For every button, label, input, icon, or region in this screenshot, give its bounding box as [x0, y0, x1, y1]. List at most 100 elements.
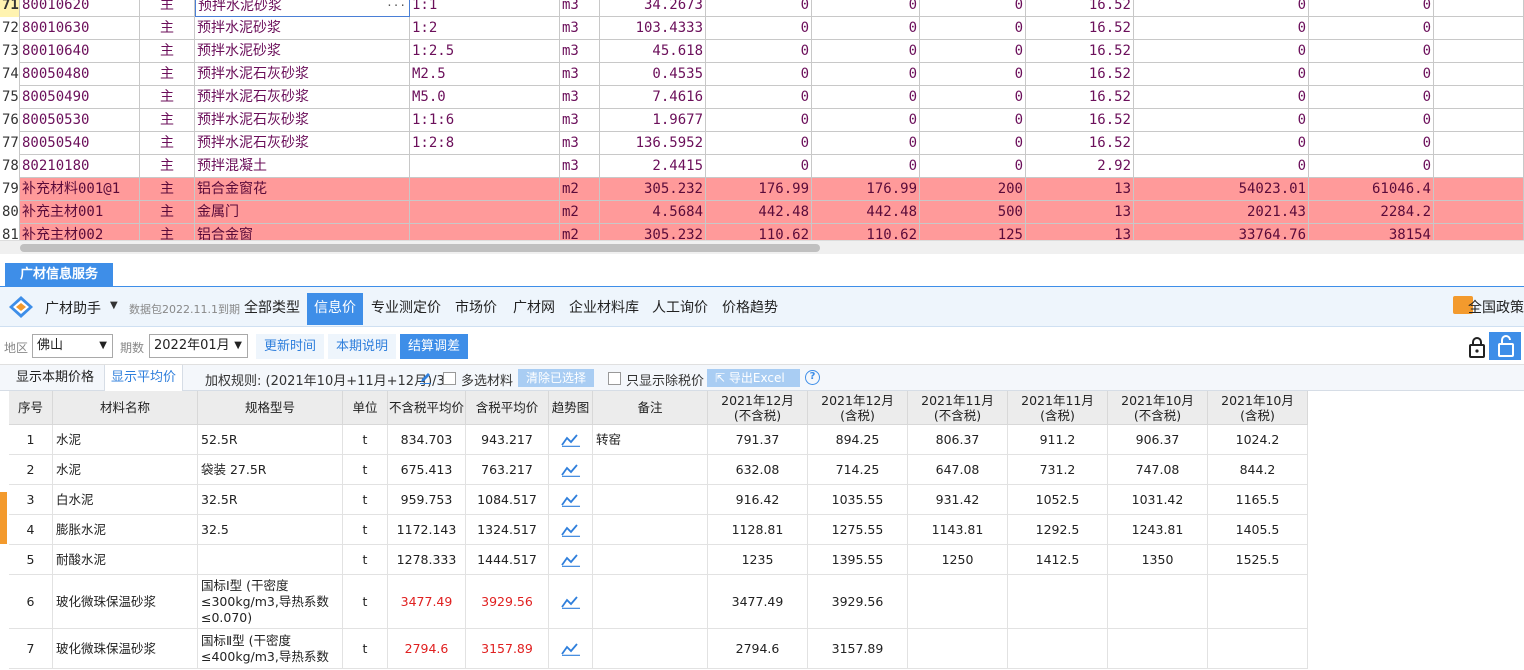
row-number[interactable]: 77: [0, 132, 20, 155]
grid-cell-c3[interactable]: 200: [920, 178, 1026, 201]
panel-tab-guangcai-info[interactable]: 广材信息服务: [5, 263, 113, 287]
grid-cell-qty[interactable]: 0.4535: [600, 63, 706, 86]
grid-cell-c6[interactable]: 0: [1309, 155, 1434, 178]
grid-cell-name[interactable]: 铝合金窗花: [195, 178, 410, 201]
lock-icon[interactable]: [1467, 336, 1487, 358]
grid-cell-name[interactable]: 金属门: [195, 201, 410, 224]
app-name[interactable]: 广材助手: [45, 298, 101, 318]
app-menu-caret-icon[interactable]: ▼: [110, 300, 118, 311]
grid-cell-c3[interactable]: 0: [920, 109, 1026, 132]
top-material-grid[interactable]: 71 80010620 主预拌水泥砂浆 ··· 1:1 m3 34.2673 0 0 0 16.52…: [0, 0, 1524, 240]
grid-cell-c1[interactable]: 0: [706, 155, 812, 178]
grid-row[interactable]: 75 80050490 主预拌水泥石灰砂浆 M5.0 m3 7.4616 0 0 0 16.52 0…: [0, 86, 1524, 109]
column-header[interactable]: 2021年10月 (不含税): [1108, 391, 1208, 425]
grid-cell-c2[interactable]: 0: [812, 86, 920, 109]
grid-cell-spec[interactable]: [410, 155, 560, 178]
grid-row[interactable]: 76 80050530 主预拌水泥石灰砂浆 1:1:6 m3 1.9677 0 0 0 16.52…: [0, 109, 1524, 132]
grid-cell-spec[interactable]: M2.5: [410, 63, 560, 86]
grid-cell-unit[interactable]: m3: [560, 86, 600, 109]
tab-info-price[interactable]: 信息价: [307, 293, 363, 325]
grid-cell-code[interactable]: 80010640: [20, 40, 140, 63]
grid-cell-c1[interactable]: 0: [706, 132, 812, 155]
tab-show-current-price[interactable]: 显示本期价格: [10, 365, 100, 391]
grid-cell-c2[interactable]: 0: [812, 132, 920, 155]
grid-row[interactable]: 74 80050480 主预拌水泥石灰砂浆 M2.5 m3 0.4535 0 0 0 16.52 0…: [0, 63, 1524, 86]
grid-cell-code[interactable]: 80050530: [20, 109, 140, 132]
grid-cell-spec[interactable]: [410, 201, 560, 224]
grid-cell-type[interactable]: 主: [140, 132, 195, 155]
grid-cell-qty[interactable]: 7.4616: [600, 86, 706, 109]
pretax-only-checkbox[interactable]: [608, 372, 621, 385]
grid-cell-c3[interactable]: 0: [920, 0, 1026, 17]
grid-cell-code[interactable]: 补充主材001: [20, 201, 140, 224]
grid-cell-spec[interactable]: 1:2.5: [410, 40, 560, 63]
grid-cell-c6[interactable]: 0: [1309, 17, 1434, 40]
horizontal-scrollbar[interactable]: [0, 240, 1524, 254]
table-row[interactable]: 1 水泥 52.5R t 834.703 943.217 转窑 791.37 894.25 806…: [9, 425, 1308, 455]
column-header[interactable]: 含税平均价: [466, 391, 549, 425]
help-icon[interactable]: ?: [805, 370, 820, 385]
grid-cell-c3[interactable]: 125: [920, 224, 1026, 240]
grid-cell-code[interactable]: 80050540: [20, 132, 140, 155]
grid-cell-c2[interactable]: 0: [812, 0, 920, 17]
grid-cell-c5[interactable]: 0: [1134, 63, 1309, 86]
grid-cell-c1[interactable]: 176.99: [706, 178, 812, 201]
row-number[interactable]: 81: [0, 224, 20, 240]
grid-cell-spec[interactable]: [410, 224, 560, 240]
grid-cell-unit[interactable]: m3: [560, 0, 600, 17]
grid-cell-spec[interactable]: [410, 178, 560, 201]
grid-cell-c4[interactable]: 13: [1026, 178, 1134, 201]
export-excel-button[interactable]: ⇱ 导出Excel: [707, 369, 800, 387]
edit-pencil-icon[interactable]: [419, 371, 432, 384]
row-number[interactable]: 76: [0, 109, 20, 132]
tab-professional-price[interactable]: 专业测定价: [366, 293, 446, 325]
grid-cell-c4[interactable]: 16.52: [1026, 0, 1134, 17]
grid-row[interactable]: 78 80210180 主预拌混凝土 m3 2.4415 0 0 0 2.92 0 0: [0, 155, 1524, 178]
grid-cell-c3[interactable]: 0: [920, 63, 1026, 86]
grid-cell-c4[interactable]: 16.52: [1026, 40, 1134, 63]
grid-cell-c3[interactable]: 0: [920, 86, 1026, 109]
grid-cell-c5[interactable]: 0: [1134, 132, 1309, 155]
table-row[interactable]: 4 膨胀水泥 32.5 t 1172.143 1324.517 1128.81 1275.55…: [9, 515, 1308, 545]
clear-selected-button[interactable]: 清除已选择: [518, 369, 595, 387]
period-select[interactable]: 2022年01月 ▼: [149, 334, 248, 358]
grid-cell-type[interactable]: 主: [140, 63, 195, 86]
grid-cell-code[interactable]: 补充主材002: [20, 224, 140, 240]
row-number[interactable]: 79: [0, 178, 20, 201]
side-expand-handle[interactable]: [0, 492, 7, 544]
grid-cell-c3[interactable]: 0: [920, 40, 1026, 63]
grid-cell-c2[interactable]: 0: [812, 155, 920, 178]
grid-cell-c4[interactable]: 16.52: [1026, 63, 1134, 86]
grid-cell-qty[interactable]: 305.232: [600, 178, 706, 201]
grid-cell-c5[interactable]: 0: [1134, 17, 1309, 40]
tab-enterprise-library[interactable]: 企业材料库: [564, 293, 644, 325]
grid-cell-unit[interactable]: m2: [560, 178, 600, 201]
grid-cell-qty[interactable]: 34.2673: [600, 0, 706, 17]
tab-guangcai-web[interactable]: 广材网: [508, 293, 560, 325]
grid-cell-qty[interactable]: 4.5684: [600, 201, 706, 224]
column-header[interactable]: 2021年11月 (含税): [1008, 391, 1108, 425]
grid-cell-code[interactable]: 80010630: [20, 17, 140, 40]
grid-cell-c5[interactable]: 0: [1134, 109, 1309, 132]
grid-row[interactable]: 79 补充材料001@1 主铝合金窗花 m2 305.232 176.99 176.99 20…: [0, 178, 1524, 201]
grid-cell-spec[interactable]: 1:1: [410, 0, 560, 17]
grid-cell-qty[interactable]: 103.4333: [600, 17, 706, 40]
grid-cell-name[interactable]: 预拌水泥石灰砂浆: [195, 109, 410, 132]
grid-cell-qty[interactable]: 1.9677: [600, 109, 706, 132]
grid-row[interactable]: 71 80010620 主预拌水泥砂浆 ··· 1:1 m3 34.2673 0 0 0 16.52…: [0, 0, 1524, 17]
grid-cell-c2[interactable]: 0: [812, 40, 920, 63]
grid-cell-name[interactable]: 预拌水泥石灰砂浆: [195, 63, 410, 86]
grid-cell-x[interactable]: [1434, 63, 1524, 86]
grid-cell-x[interactable]: [1434, 86, 1524, 109]
grid-cell-c1[interactable]: 0: [706, 17, 812, 40]
column-header[interactable]: 2021年12月 (含税): [808, 391, 908, 425]
grid-cell-c6[interactable]: 0: [1309, 63, 1434, 86]
grid-cell-c2[interactable]: 0: [812, 109, 920, 132]
table-row[interactable]: 6 玻化微珠保温砂浆 国标Ⅰ型 (干密度 ≤300kg/m3,导热系数 ≤0.070…: [9, 575, 1308, 629]
column-header[interactable]: 不含税平均价: [388, 391, 466, 425]
grid-cell-c1[interactable]: 442.48: [706, 201, 812, 224]
grid-cell-unit[interactable]: m3: [560, 40, 600, 63]
grid-cell-name[interactable]: 预拌混凝土: [195, 155, 410, 178]
grid-cell-unit[interactable]: m3: [560, 155, 600, 178]
grid-cell-unit[interactable]: m2: [560, 201, 600, 224]
